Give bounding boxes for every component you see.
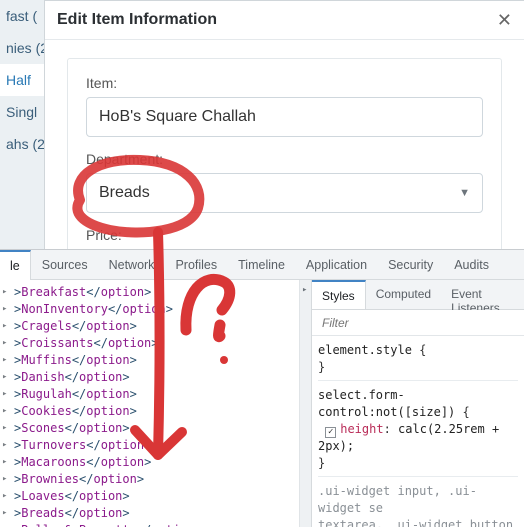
- devtools-tab[interactable]: Application: [296, 251, 377, 279]
- devtools: le Sources Network Profiles Timeline App…: [0, 249, 524, 527]
- option-row[interactable]: ▸>Rugulah</option>: [14, 386, 309, 403]
- sidebar-item[interactable]: Half: [0, 64, 44, 96]
- devtools-tabs: le Sources Network Profiles Timeline App…: [0, 250, 524, 280]
- close-icon[interactable]: ✕: [497, 11, 512, 29]
- option-row[interactable]: ▸>Breads</option>: [14, 505, 309, 522]
- department-select[interactable]: Breads ▼: [86, 173, 483, 213]
- option-row[interactable]: ▸>Cragels</option>: [14, 318, 309, 335]
- department-label: Department:: [86, 151, 483, 167]
- styles-panel: Styles Computed Event Listeners element.…: [312, 280, 524, 527]
- option-row[interactable]: ▸>Loaves</option>: [14, 488, 309, 505]
- devtools-tab[interactable]: Sources: [32, 251, 98, 279]
- css-rules[interactable]: element.style {} select.form-control:not…: [312, 336, 524, 527]
- option-row[interactable]: ▸>Macaroons</option>: [14, 454, 309, 471]
- option-row[interactable]: ▸>NonInventory</option>: [14, 301, 309, 318]
- styles-tab[interactable]: Computed: [366, 280, 441, 309]
- option-row[interactable]: ▸>Danish</option>: [14, 369, 309, 386]
- devtools-tab[interactable]: Network: [99, 251, 165, 279]
- devtools-tab[interactable]: Profiles: [165, 251, 227, 279]
- devtools-tab[interactable]: Security: [378, 251, 443, 279]
- modal-title: Edit Item Information: [57, 11, 217, 29]
- devtools-tab[interactable]: Audits: [444, 251, 499, 279]
- sidebar-item[interactable]: Singl: [0, 96, 44, 128]
- item-input[interactable]: [86, 97, 483, 137]
- price-label: Price:: [86, 227, 483, 243]
- styles-tab[interactable]: Event Listeners: [441, 280, 524, 309]
- department-value: Breads: [99, 184, 150, 202]
- option-row[interactable]: ▸>Turnovers</option>: [14, 437, 309, 454]
- sidebar-item[interactable]: nies (2: [0, 32, 44, 64]
- option-row[interactable]: ▸>Brownies</option>: [14, 471, 309, 488]
- checkbox-icon[interactable]: [325, 427, 336, 438]
- sidebar: fast ( nies (2 Half Singl ahs (2: [0, 0, 44, 249]
- option-row[interactable]: ▸>Breakfast</option>: [14, 284, 309, 301]
- option-row[interactable]: ▸>Croissants</option>: [14, 335, 309, 352]
- option-row[interactable]: ▸>Cookies</option>: [14, 403, 309, 420]
- devtools-tab[interactable]: Timeline: [228, 251, 295, 279]
- styles-tab[interactable]: Styles: [312, 280, 366, 309]
- item-label: Item:: [86, 75, 483, 91]
- sidebar-item[interactable]: ahs (2: [0, 128, 44, 160]
- gutter[interactable]: [299, 280, 311, 527]
- devtools-tab[interactable]: le: [0, 250, 31, 280]
- chevron-down-icon: ▼: [459, 187, 470, 199]
- option-row[interactable]: ▸>Scones</option>: [14, 420, 309, 437]
- styles-filter-input[interactable]: [312, 310, 524, 336]
- elements-panel[interactable]: ▸>Breakfast</option>▸>NonInventory</opti…: [0, 280, 312, 527]
- option-row[interactable]: ▸>Muffins</option>: [14, 352, 309, 369]
- option-row[interactable]: ▸>Rolls & Baguette</option>: [14, 522, 309, 527]
- sidebar-item[interactable]: fast (: [0, 0, 44, 32]
- edit-item-modal: Edit Item Information ✕ Item: Department…: [44, 0, 524, 249]
